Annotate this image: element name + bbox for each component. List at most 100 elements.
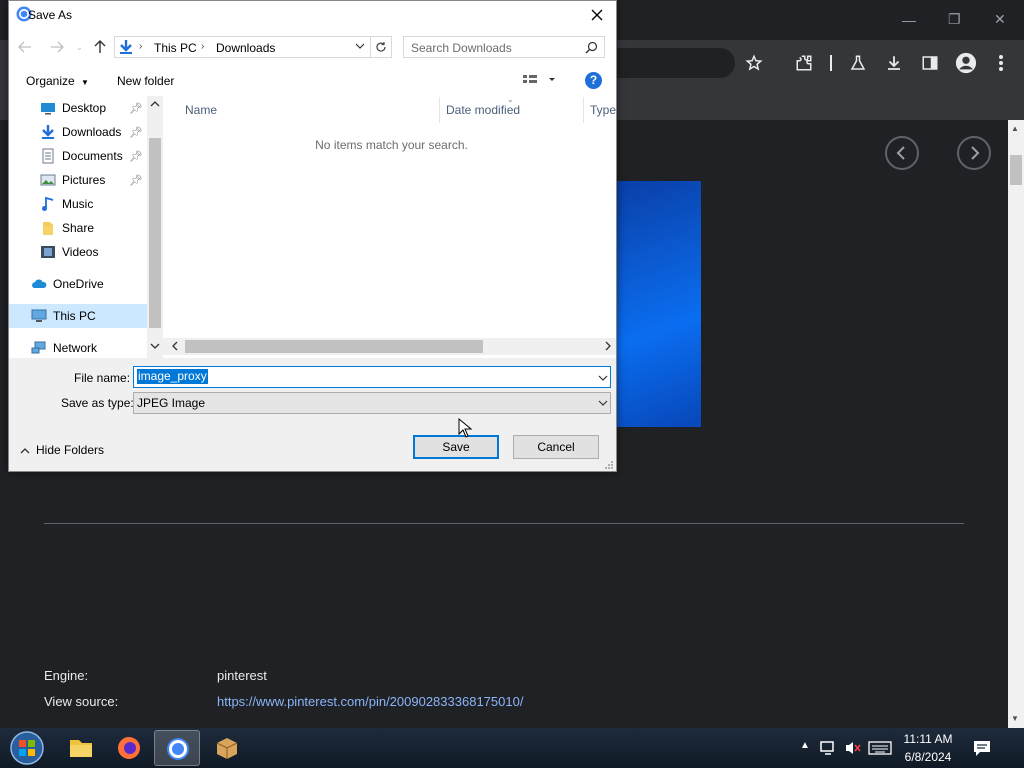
- help-button[interactable]: ?: [585, 72, 602, 89]
- forward-button[interactable]: [50, 41, 64, 53]
- resize-grip-icon[interactable]: [604, 460, 614, 470]
- downloads-icon: [42, 125, 54, 139]
- refresh-button[interactable]: [370, 36, 392, 58]
- volume-muted-icon[interactable]: [844, 740, 862, 756]
- start-button[interactable]: [8, 730, 46, 766]
- breadcrumb-separator-icon: ›: [139, 41, 143, 52]
- dialog-close-button[interactable]: [586, 4, 608, 26]
- search-icon[interactable]: [585, 41, 598, 54]
- chevron-right-icon: [971, 146, 980, 160]
- profile-avatar-icon[interactable]: [955, 52, 977, 74]
- nav-item-label: This PC: [53, 309, 96, 323]
- column-header-date-modified[interactable]: Date modified: [446, 103, 520, 117]
- nav-item-downloads[interactable]: Downloads 📌︎: [9, 120, 147, 144]
- tray-overflow-icon[interactable]: ▲: [800, 740, 810, 751]
- clock-time[interactable]: 11:11 AM: [896, 732, 960, 746]
- restore-button[interactable]: ❐: [948, 11, 961, 28]
- labs-flask-icon[interactable]: [849, 54, 867, 72]
- close-icon: [591, 9, 603, 21]
- column-separator[interactable]: [583, 97, 584, 123]
- save-button[interactable]: Save: [413, 435, 499, 459]
- taskbar-file-explorer[interactable]: [58, 730, 104, 766]
- save-as-type-label: Save as type:: [61, 396, 134, 410]
- horizontal-scrollbar-thumb[interactable]: [185, 340, 483, 353]
- organize-button[interactable]: Organize ▼: [26, 74, 89, 88]
- nav-item-this-pc[interactable]: This PC: [9, 304, 147, 328]
- hide-folders-button[interactable]: Hide Folders: [20, 443, 104, 457]
- back-button[interactable]: [18, 41, 32, 53]
- breadcrumb-this-pc[interactable]: This PC: [154, 41, 197, 55]
- view-source-link[interactable]: https://www.pinterest.com/pin/2009028333…: [217, 694, 523, 709]
- taskbar-package-app[interactable]: [204, 730, 250, 766]
- videos-icon: [41, 246, 55, 258]
- folder-icon: [43, 222, 53, 235]
- nav-item-label: Desktop: [62, 101, 107, 115]
- file-name-history-chevron-icon[interactable]: [598, 374, 608, 382]
- previous-image-button[interactable]: [885, 136, 919, 170]
- column-header-name[interactable]: Name: [185, 103, 217, 117]
- address-history-chevron-icon[interactable]: [355, 42, 365, 50]
- recent-locations-chevron-icon[interactable]: ⌄: [76, 43, 83, 52]
- preview-image: [617, 181, 701, 427]
- arrow-left-icon: [18, 41, 31, 53]
- nav-item-desktop[interactable]: Desktop 📌︎: [9, 96, 147, 120]
- nav-item-label: Pictures: [62, 173, 106, 187]
- scroll-down-arrow-icon[interactable]: ▼: [1011, 714, 1019, 723]
- nav-item-videos[interactable]: Videos: [9, 240, 147, 264]
- file-name-value[interactable]: image_proxy: [137, 369, 208, 384]
- documents-icon: [42, 148, 54, 164]
- new-folder-button[interactable]: New folder: [117, 74, 174, 88]
- side-panel-icon[interactable]: [921, 54, 939, 72]
- pin-icon: 📌︎: [129, 126, 143, 139]
- empty-list-message: No items match your search.: [315, 138, 468, 152]
- view-options-icon: [523, 75, 555, 83]
- download-icon[interactable]: [885, 54, 903, 72]
- scroll-up-arrow-icon[interactable]: ▲: [1011, 124, 1019, 133]
- taskbar-chrome[interactable]: [154, 730, 200, 766]
- notification-center-icon[interactable]: [972, 739, 992, 757]
- taskbar-firefox[interactable]: [106, 730, 152, 766]
- arrow-right-icon: [51, 41, 64, 53]
- nav-item-label: Share: [62, 221, 95, 235]
- scroll-up-arrow-icon[interactable]: [150, 100, 160, 108]
- nav-item-network[interactable]: Network: [9, 336, 147, 358]
- clock-date[interactable]: 6/8/2024: [896, 750, 960, 764]
- page-scrollbar[interactable]: [1008, 120, 1024, 728]
- pin-icon: 📌︎: [129, 174, 143, 187]
- bookmark-star-icon[interactable]: [745, 54, 763, 72]
- hide-folders-label: Hide Folders: [36, 443, 105, 457]
- scroll-left-arrow-icon[interactable]: [171, 341, 179, 351]
- extensions-icon[interactable]: [795, 54, 813, 72]
- scroll-right-arrow-icon[interactable]: [604, 341, 612, 351]
- pictures-icon: [40, 174, 56, 186]
- network-tray-icon[interactable]: [820, 740, 838, 756]
- view-source-label: View source:: [44, 694, 119, 709]
- nav-item-label: Documents: [62, 149, 123, 163]
- breadcrumb-downloads[interactable]: Downloads: [216, 41, 275, 55]
- minimize-button[interactable]: —: [902, 12, 916, 28]
- content-divider: [44, 523, 964, 524]
- dropdown-arrow-icon: ▼: [81, 78, 89, 87]
- column-header-type[interactable]: Type: [590, 103, 616, 117]
- organize-label: Organize: [26, 74, 75, 88]
- nav-item-onedrive[interactable]: OneDrive: [9, 272, 147, 296]
- nav-item-music[interactable]: Music: [9, 192, 147, 216]
- page-scrollbar-thumb[interactable]: [1010, 155, 1022, 185]
- up-button[interactable]: [94, 40, 106, 54]
- nav-item-documents[interactable]: Documents 📌︎: [9, 144, 147, 168]
- nav-item-pictures[interactable]: Pictures 📌︎: [9, 168, 147, 192]
- more-menu-icon[interactable]: [996, 54, 1006, 72]
- search-placeholder: Search Downloads: [411, 41, 512, 55]
- network-icon: [31, 341, 46, 354]
- cancel-button[interactable]: Cancel: [513, 435, 599, 459]
- scroll-down-arrow-icon[interactable]: [150, 342, 160, 350]
- column-separator[interactable]: [439, 97, 440, 123]
- change-view-button[interactable]: [522, 73, 558, 87]
- navigation-scrollbar-thumb[interactable]: [149, 138, 161, 328]
- browser-close-button[interactable]: ✕: [994, 11, 1006, 28]
- chevron-down-icon[interactable]: [598, 399, 608, 407]
- next-image-button[interactable]: [957, 136, 991, 170]
- nav-item-share[interactable]: Share: [9, 216, 147, 240]
- nav-item-label: Music: [62, 197, 94, 211]
- keyboard-icon[interactable]: [868, 740, 892, 756]
